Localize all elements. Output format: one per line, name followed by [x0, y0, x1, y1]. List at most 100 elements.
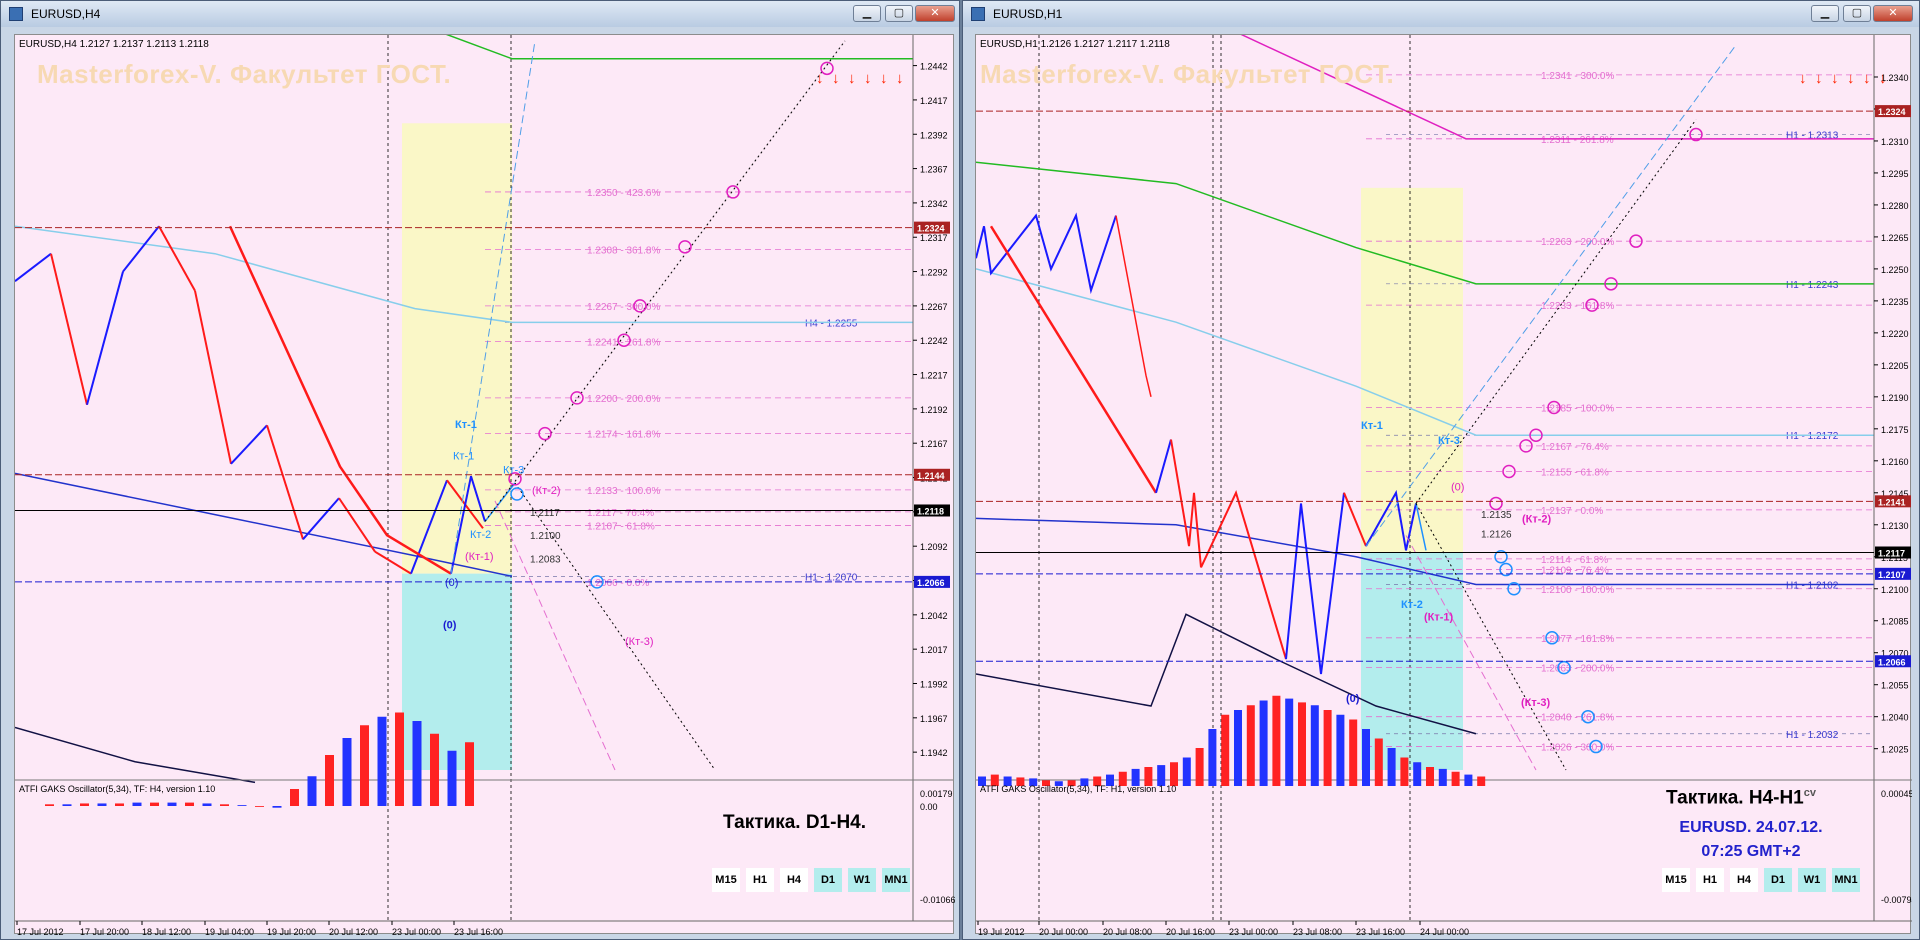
wave-annotation: (0)	[1346, 693, 1360, 705]
wave-annotation: (Кт-2)	[1522, 514, 1552, 526]
wave-annotation: (Кт-2)	[532, 485, 561, 497]
timeframe-m15-button[interactable]: M15	[1662, 868, 1690, 892]
fib-level-label: 1.2174 - 161.8%	[587, 430, 660, 441]
maximize-button[interactable]: ▢	[1843, 5, 1871, 22]
price-chart-h4[interactable]: 1.2350 - 423.6% 1.2308 - 361.8% 1.2267 - 3…	[14, 12, 956, 937]
oscillator-bar	[1362, 729, 1370, 786]
osc-tick-label: -0.00794	[1881, 895, 1912, 905]
osc-tick-label: 0.00045	[1881, 789, 1912, 799]
tactic-label: Тактика. H4-H1cv	[1666, 787, 1816, 809]
level-label: 1.2083	[530, 555, 561, 566]
y-tick-label: 1.2085	[1881, 617, 1909, 627]
maximize-button[interactable]: ▢	[885, 5, 913, 22]
oscillator-bar	[1387, 748, 1396, 786]
timeframe-w1-button[interactable]: W1	[848, 868, 876, 892]
oscillator-bar	[1451, 771, 1460, 786]
timeframe-d1-button[interactable]: D1	[1764, 868, 1792, 892]
zigzag-segment	[1285, 492, 1345, 675]
fib-level-label: 1.2133 - 100.0%	[587, 486, 660, 497]
down-arrow-icon: ↓	[1879, 70, 1887, 87]
down-arrow-icon: ↓	[880, 70, 888, 87]
level-label: H1 - 1.2172	[1786, 431, 1839, 442]
minimize-button[interactable]: ▁	[1811, 5, 1839, 22]
fib-level-label: 1.2117 - 76.4%	[587, 508, 654, 519]
oscillator-bar	[1477, 776, 1486, 786]
window-titlebar[interactable]: EURUSD,H1 ▁ ▢ ✕	[963, 1, 1919, 27]
oscillator-bar	[1221, 714, 1230, 786]
oscillator-bar	[185, 802, 194, 806]
tactic-label: Тактика. D1-H4.	[723, 812, 867, 833]
x-tick-label: 17 Jul 2012	[17, 927, 64, 935]
oscillator-bar	[150, 802, 159, 806]
y-tick-label: 1.2292	[920, 268, 948, 278]
wave-annotation: Кт-3	[1438, 435, 1460, 447]
y-tick-label: 1.2205	[1881, 361, 1909, 371]
down-arrow-icon: ↓	[1847, 70, 1855, 87]
timeframe-h4-button[interactable]: H4	[780, 868, 808, 892]
oscillator-bar	[272, 806, 282, 808]
wave-annotation: (Кт-1)	[465, 551, 494, 563]
oscillator-bar	[97, 803, 107, 806]
wave-annotation: (Кт-3)	[1521, 697, 1551, 709]
down-arrow-icon: ↓	[1831, 70, 1839, 87]
y-tick-label: 1.2040	[1881, 713, 1909, 723]
oscillator-bar	[360, 725, 369, 806]
oscillator-bar	[377, 716, 387, 806]
y-tick-label: 1.1992	[920, 679, 948, 689]
minimize-button[interactable]: ▁	[853, 5, 881, 22]
oscillator-bar	[1310, 705, 1319, 786]
y-tick-label: 1.2100	[1881, 585, 1909, 595]
timeframe-h4-button[interactable]: H4	[1730, 868, 1758, 892]
chart-icon	[9, 7, 23, 21]
chart-window-h4[interactable]: EURUSD,H4 ▁ ▢ ✕ 1.2350 - 423.6% 1.2308 - …	[0, 0, 960, 940]
chart-window-h1[interactable]: EURUSD,H1 ▁ ▢ ✕ 1.2341 - 300.0% 1.2311 - …	[962, 0, 1920, 940]
osc-tick-label: 0.00	[920, 802, 938, 812]
oscillator-bar	[1157, 765, 1166, 786]
osc-tick-label: -0.01066	[920, 895, 955, 905]
timeframe-h1-button[interactable]: H1	[1696, 868, 1724, 892]
chart-area[interactable]: 1.2341 - 300.0% 1.2311 - 261.8% 1.2263 - 2…	[975, 33, 1917, 937]
level-label: 1.2135	[1481, 510, 1512, 521]
y-tick-label: 1.2217	[920, 371, 948, 381]
timeframe-mn1-button[interactable]: MN1	[1832, 868, 1860, 892]
timeframe-m15-button[interactable]: M15	[712, 868, 740, 892]
level-label: 1.2126	[1481, 529, 1512, 540]
oscillator-bar	[1336, 714, 1345, 786]
oscillator-bar	[430, 733, 439, 806]
fib-level-label: 1.2114 - 61.8%	[1541, 555, 1608, 566]
close-button[interactable]: ✕	[1873, 5, 1913, 22]
y-tick-label: 1.2342	[920, 199, 948, 209]
fib-level-label: 1.2109 - 76.4%	[1541, 566, 1609, 577]
window-titlebar[interactable]: EURUSD,H4 ▁ ▢ ✕	[1, 1, 959, 27]
x-tick-label: 23 Jul 00:00	[1229, 927, 1278, 935]
fib-level-label: 1.2233 - 161.8%	[1541, 301, 1614, 312]
timeframe-bar: M15 H1 H4 D1 W1 MN1	[1662, 868, 1860, 892]
y-tick-label: 1.2130	[1881, 521, 1909, 531]
timeframe-w1-button[interactable]: W1	[1798, 868, 1826, 892]
x-tick-label: 20 Jul 08:00	[1103, 927, 1152, 935]
price-tag-label: 1.2066	[1878, 657, 1906, 667]
fib-level-label: 1.2063 - 200.0%	[1541, 664, 1614, 675]
oscillator-bar	[1208, 729, 1217, 786]
timeframe-h1-button[interactable]: H1	[746, 868, 774, 892]
y-tick-label: 1.2017	[920, 645, 948, 655]
timeframe-d1-button[interactable]: D1	[814, 868, 842, 892]
price-tag-label: 1.2324	[917, 224, 945, 234]
zigzag-segment	[86, 271, 124, 406]
fib-level-label: 1.2200 - 200.0%	[587, 394, 660, 405]
y-tick-label: 1.2192	[920, 405, 948, 415]
fib-level-label: 1.2167 - 76.4%	[1541, 442, 1609, 453]
wave-annotation: (0)	[445, 577, 458, 589]
y-tick-label: 1.2190	[1881, 393, 1909, 403]
y-tick-label: 1.2235	[1881, 297, 1909, 307]
fib-level-label: 1.2100 - 100.0%	[1541, 585, 1614, 596]
wave-annotation: Кт-2	[470, 529, 491, 541]
oscillator-bar	[1182, 757, 1191, 786]
chart-area[interactable]: 1.2350 - 423.6% 1.2308 - 361.8% 1.2267 - 3…	[14, 12, 956, 937]
timeframe-mn1-button[interactable]: MN1	[882, 868, 910, 892]
close-button[interactable]: ✕	[915, 5, 955, 22]
y-tick-label: 1.2250	[1881, 265, 1909, 275]
zigzag-segment	[194, 290, 232, 465]
oscillator-bar	[447, 750, 457, 806]
y-tick-label: 1.2092	[920, 542, 948, 552]
